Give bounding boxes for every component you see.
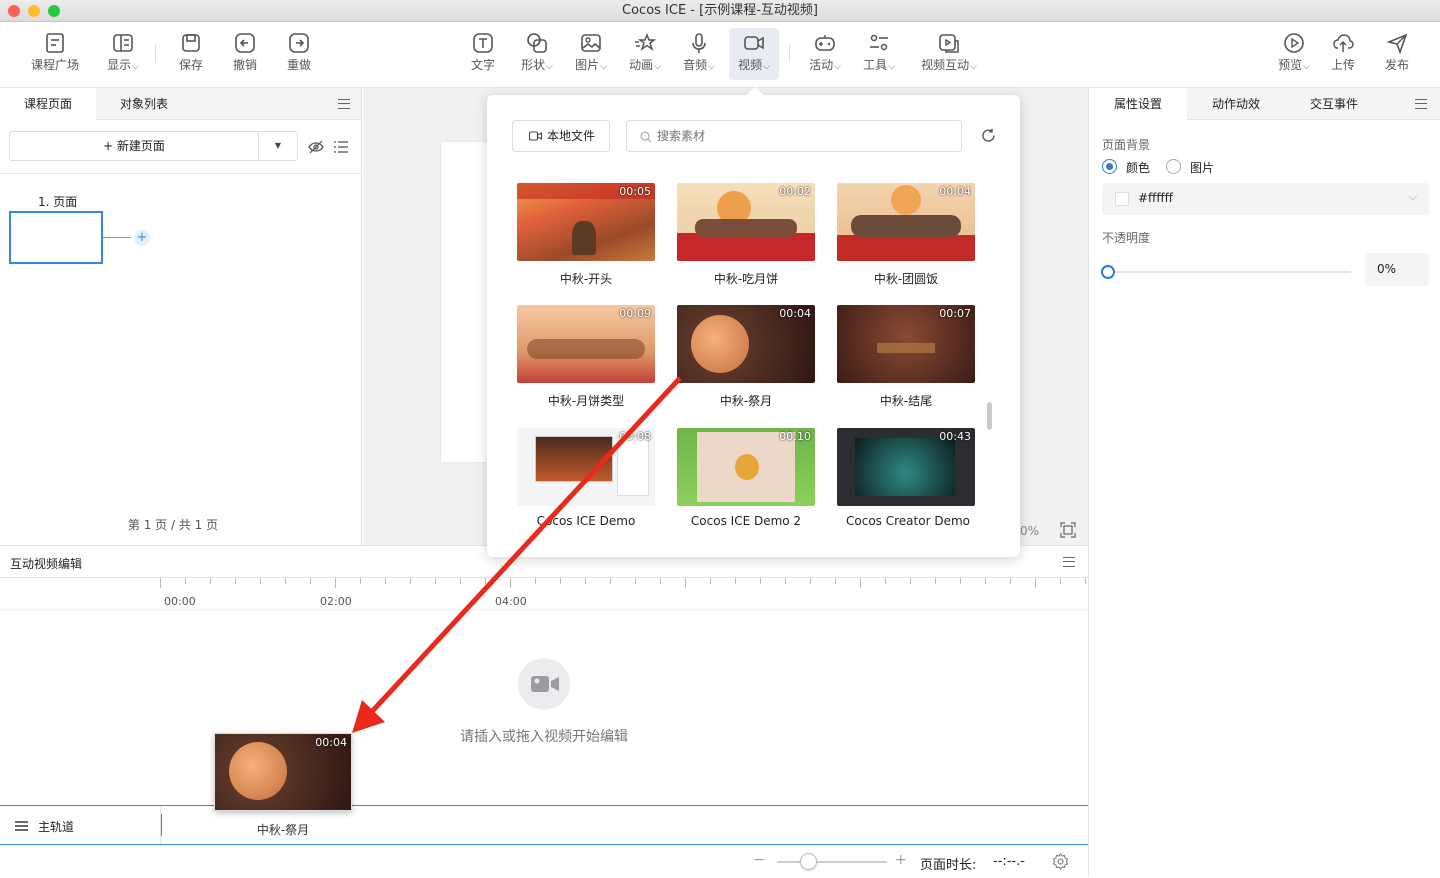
drag-arrow-annotation: [352, 376, 682, 733]
